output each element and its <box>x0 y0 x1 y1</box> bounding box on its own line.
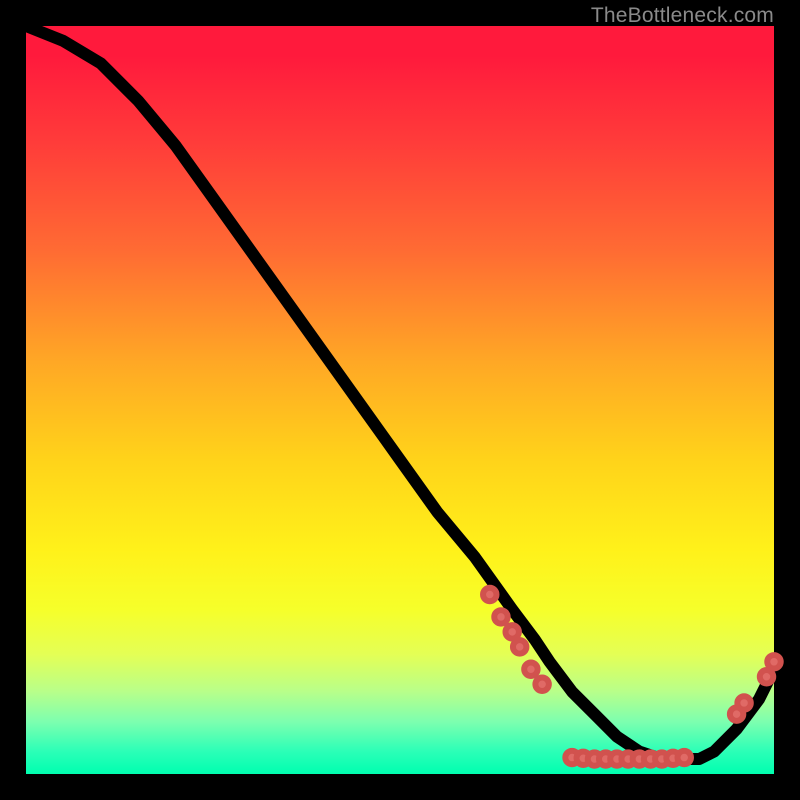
chart-marker <box>524 663 537 676</box>
chart-marker <box>737 696 750 709</box>
chart-marker <box>505 625 518 638</box>
chart-marker <box>760 670 773 683</box>
chart-stage: TheBottleneck.com <box>0 0 800 800</box>
chart-gradient-area <box>26 26 774 774</box>
chart-curve <box>26 26 774 759</box>
chart-marker-layer <box>483 588 781 766</box>
watermark-text: TheBottleneck.com <box>591 4 774 28</box>
chart-marker <box>535 678 548 691</box>
chart-marker <box>494 610 507 623</box>
chart-marker <box>678 751 691 764</box>
chart-marker <box>513 640 526 653</box>
chart-svg <box>26 26 774 774</box>
chart-marker <box>767 655 780 668</box>
chart-marker <box>483 588 496 601</box>
